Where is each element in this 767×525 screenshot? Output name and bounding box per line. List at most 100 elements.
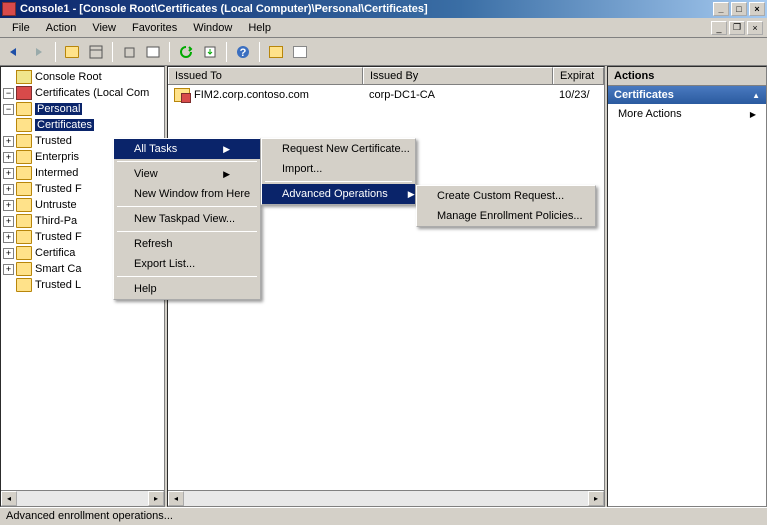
column-issued-to[interactable]: Issued To bbox=[168, 67, 363, 84]
maximize-button[interactable]: □ bbox=[731, 2, 747, 16]
context-submenu-advanced: Create Custom Request... Manage Enrollme… bbox=[416, 185, 596, 227]
refresh-button[interactable] bbox=[175, 41, 197, 63]
tree-certificates[interactable]: Certificates bbox=[3, 117, 162, 133]
cert-options-button[interactable] bbox=[289, 41, 311, 63]
cell-issued-by: corp-DC1-CA bbox=[363, 86, 553, 104]
expand-icon[interactable]: + bbox=[3, 168, 14, 179]
expand-icon[interactable]: + bbox=[3, 152, 14, 163]
scroll-right-button[interactable]: ▸ bbox=[588, 491, 604, 506]
minimize-button[interactable]: _ bbox=[713, 2, 729, 16]
column-issued-by[interactable]: Issued By bbox=[363, 67, 553, 84]
scroll-left-button[interactable]: ◂ bbox=[1, 491, 17, 506]
menu-all-tasks[interactable]: All Tasks▶ bbox=[114, 139, 260, 159]
menu-request-new-certificate[interactable]: Request New Certificate... bbox=[262, 139, 415, 159]
menu-import[interactable]: Import... bbox=[262, 159, 415, 179]
folder-icon bbox=[16, 134, 32, 148]
tree-personal[interactable]: −Personal bbox=[3, 101, 162, 117]
tree-root[interactable]: Console Root bbox=[3, 69, 162, 85]
app-icon bbox=[2, 2, 16, 16]
status-bar: Advanced enrollment operations... bbox=[0, 507, 767, 525]
menu-separator bbox=[117, 161, 257, 162]
actions-group-certificates[interactable]: Certificates ▲ bbox=[608, 86, 766, 104]
submenu-arrow-icon: ▶ bbox=[223, 169, 230, 180]
menu-refresh[interactable]: Refresh bbox=[114, 234, 260, 254]
status-text: Advanced enrollment operations... bbox=[6, 510, 173, 522]
mdi-close-button[interactable]: × bbox=[747, 21, 763, 35]
expand-icon[interactable]: + bbox=[3, 184, 14, 195]
copy-button[interactable] bbox=[118, 41, 140, 63]
collapse-icon[interactable]: − bbox=[3, 104, 14, 115]
scroll-right-button[interactable]: ▸ bbox=[148, 491, 164, 506]
folder-icon bbox=[16, 150, 32, 164]
back-button[interactable] bbox=[4, 41, 26, 63]
menu-help[interactable]: Help bbox=[240, 20, 279, 36]
menu-action[interactable]: Action bbox=[38, 20, 85, 36]
tree-certificates-local[interactable]: −Certificates (Local Com bbox=[3, 85, 162, 101]
menu-new-window[interactable]: New Window from Here bbox=[114, 184, 260, 204]
expand-icon[interactable]: + bbox=[3, 248, 14, 259]
folder-icon bbox=[16, 182, 32, 196]
menu-separator bbox=[117, 206, 257, 207]
menu-separator bbox=[117, 276, 257, 277]
properties-button[interactable] bbox=[142, 41, 164, 63]
menu-export-list[interactable]: Export List... bbox=[114, 254, 260, 274]
chevron-right-icon: ▶ bbox=[750, 110, 756, 119]
menu-create-custom-request[interactable]: Create Custom Request... bbox=[417, 186, 595, 206]
menu-help[interactable]: Help bbox=[114, 279, 260, 299]
expand-icon[interactable]: + bbox=[3, 232, 14, 243]
folder-icon bbox=[16, 246, 32, 260]
horizontal-scrollbar[interactable]: ◂ ▸ bbox=[1, 490, 164, 506]
menu-advanced-operations[interactable]: Advanced Operations▶ bbox=[262, 184, 415, 204]
help-button[interactable]: ? bbox=[232, 41, 254, 63]
list-row[interactable]: FIM2.corp.contoso.com corp-DC1-CA 10/23/ bbox=[168, 85, 604, 105]
collapse-icon[interactable]: − bbox=[3, 88, 14, 99]
cert-icon bbox=[16, 86, 32, 100]
cell-expiration: 10/23/ bbox=[553, 86, 604, 104]
expand-icon[interactable]: + bbox=[3, 216, 14, 227]
cell-issued-to: FIM2.corp.contoso.com bbox=[168, 86, 363, 104]
expand-icon[interactable]: + bbox=[3, 200, 14, 211]
expand-icon[interactable]: + bbox=[3, 264, 14, 275]
cert-find-button[interactable] bbox=[265, 41, 287, 63]
column-expiration[interactable]: Expirat bbox=[553, 67, 604, 84]
folder-icon bbox=[16, 214, 32, 228]
horizontal-scrollbar[interactable]: ◂ ▸ bbox=[168, 490, 604, 506]
folder-icon bbox=[16, 166, 32, 180]
mdi-restore-button[interactable]: ❐ bbox=[729, 21, 745, 35]
context-menu: All Tasks▶ View▶ New Window from Here Ne… bbox=[113, 138, 261, 300]
folder-icon bbox=[16, 70, 32, 84]
folder-icon bbox=[16, 102, 32, 116]
menu-window[interactable]: Window bbox=[185, 20, 240, 36]
menu-view[interactable]: View▶ bbox=[114, 164, 260, 184]
collapse-arrow-icon: ▲ bbox=[752, 91, 760, 100]
mdi-minimize-button[interactable]: _ bbox=[711, 21, 727, 35]
menu-manage-enrollment-policies[interactable]: Manage Enrollment Policies... bbox=[417, 206, 595, 226]
menu-new-taskpad[interactable]: New Taskpad View... bbox=[114, 209, 260, 229]
menu-separator bbox=[265, 181, 412, 182]
folder-icon bbox=[16, 262, 32, 276]
menu-file[interactable]: File bbox=[4, 20, 38, 36]
expand-icon[interactable]: + bbox=[3, 136, 14, 147]
folder-icon bbox=[16, 198, 32, 212]
window-title: Console1 - [Console Root\Certificates (L… bbox=[20, 3, 713, 15]
actions-header: Actions bbox=[608, 67, 766, 86]
actions-pane: Actions Certificates ▲ More Actions ▶ bbox=[607, 66, 767, 507]
list-header: Issued To Issued By Expirat bbox=[168, 67, 604, 85]
folder-icon bbox=[16, 278, 32, 292]
toolbar: ? bbox=[0, 38, 767, 66]
folder-icon bbox=[16, 230, 32, 244]
export-button[interactable] bbox=[199, 41, 221, 63]
close-button[interactable]: × bbox=[749, 2, 765, 16]
forward-button[interactable] bbox=[28, 41, 50, 63]
menu-favorites[interactable]: Favorites bbox=[124, 20, 185, 36]
up-button[interactable] bbox=[61, 41, 83, 63]
submenu-arrow-icon: ▶ bbox=[223, 144, 230, 155]
scroll-left-button[interactable]: ◂ bbox=[168, 491, 184, 506]
certificate-icon bbox=[174, 88, 190, 102]
show-hide-tree-button[interactable] bbox=[85, 41, 107, 63]
menu-bar: File Action View Favorites Window Help _… bbox=[0, 18, 767, 38]
folder-icon bbox=[16, 118, 32, 132]
actions-more-actions[interactable]: More Actions ▶ bbox=[608, 104, 766, 124]
title-bar: Console1 - [Console Root\Certificates (L… bbox=[0, 0, 767, 18]
menu-view[interactable]: View bbox=[84, 20, 124, 36]
